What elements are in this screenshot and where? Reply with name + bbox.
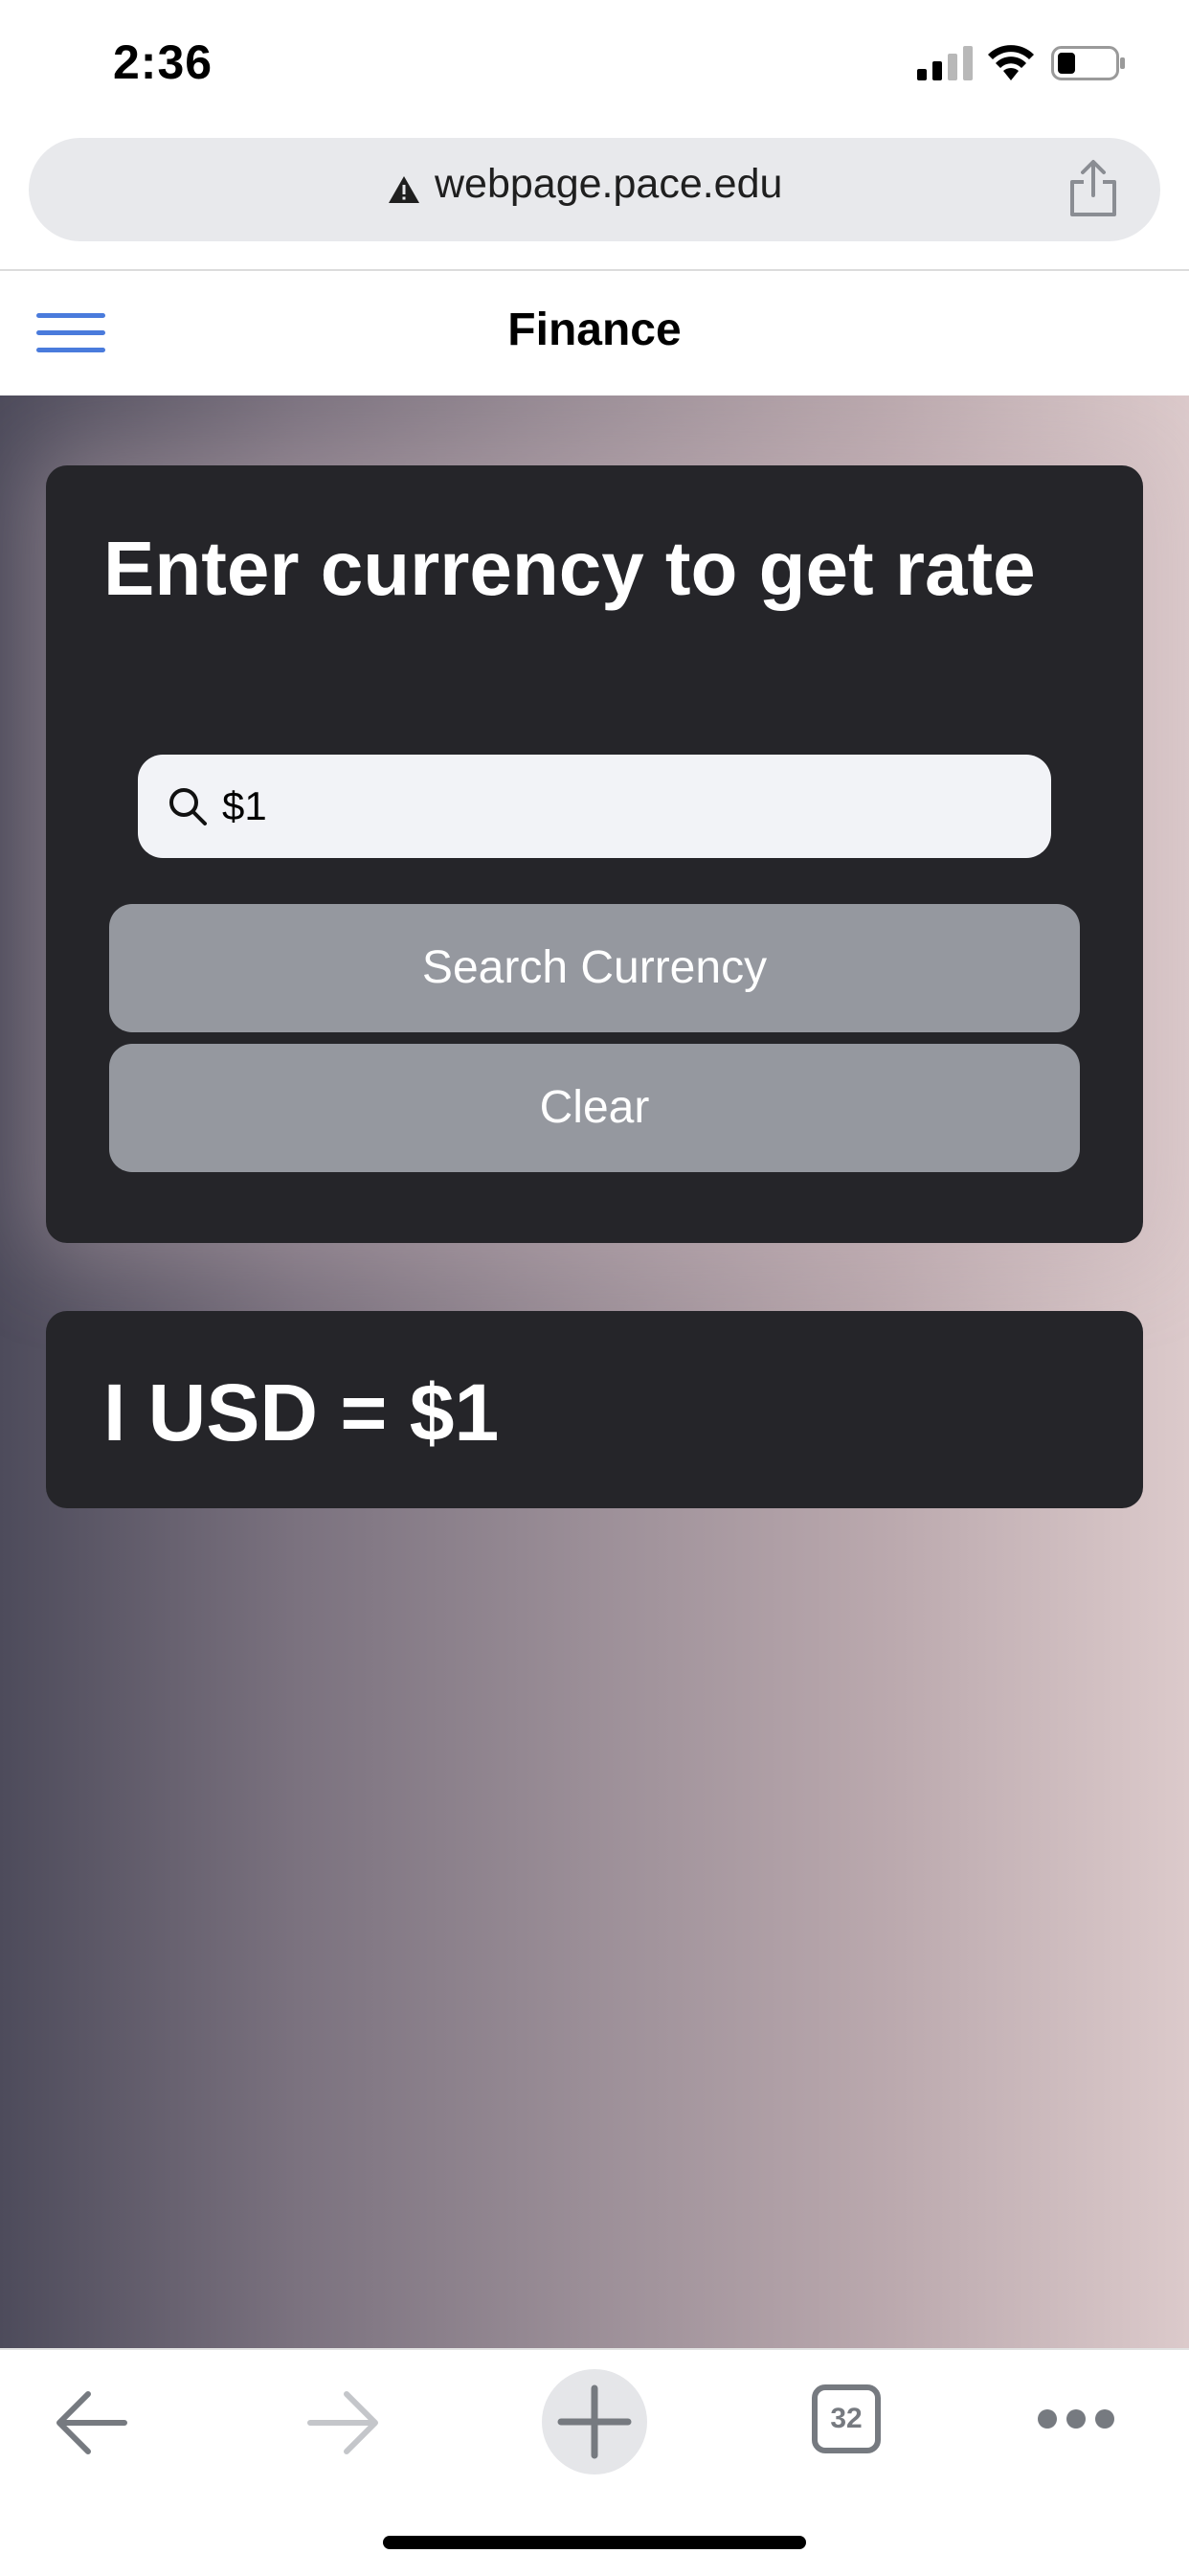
page-header: Finance <box>0 271 1189 395</box>
tabs-button[interactable]: 32 <box>812 2384 881 2453</box>
search-icon <box>169 788 207 825</box>
page-title: Finance <box>507 305 682 355</box>
share-icon[interactable] <box>1066 159 1120 218</box>
cellular-signal-icon <box>917 46 973 80</box>
tab-count: 32 <box>830 2403 863 2434</box>
plus-icon <box>557 2384 632 2459</box>
search-field[interactable] <box>138 755 1051 858</box>
more-options-icon[interactable] <box>1036 2406 1116 2432</box>
currency-search-input[interactable] <box>222 776 1026 837</box>
wifi-icon <box>988 45 1034 80</box>
new-tab-button[interactable] <box>542 2369 647 2474</box>
result-card: I USD = $1 <box>46 1311 1143 1508</box>
back-arrow-icon[interactable] <box>54 2388 130 2457</box>
status-time: 2:36 <box>113 35 213 89</box>
forward-arrow-icon[interactable] <box>304 2388 381 2457</box>
main-content: Enter currency to get rate Search Curren… <box>0 395 1189 2348</box>
warning-icon <box>389 176 419 203</box>
status-bar: 2:36 <box>0 0 1189 124</box>
search-currency-button[interactable]: Search Currency <box>109 904 1080 1032</box>
converter-heading: Enter currency to get rate <box>103 526 1036 611</box>
address-bar[interactable]: webpage.pace.edu <box>29 138 1160 241</box>
clear-button[interactable]: Clear <box>109 1044 1080 1172</box>
battery-icon <box>1051 46 1125 80</box>
conversion-result: I USD = $1 <box>103 1367 500 1457</box>
url-text[interactable]: webpage.pace.edu <box>435 161 782 208</box>
converter-card: Enter currency to get rate Search Curren… <box>46 465 1143 1243</box>
home-indicator <box>383 2536 806 2549</box>
